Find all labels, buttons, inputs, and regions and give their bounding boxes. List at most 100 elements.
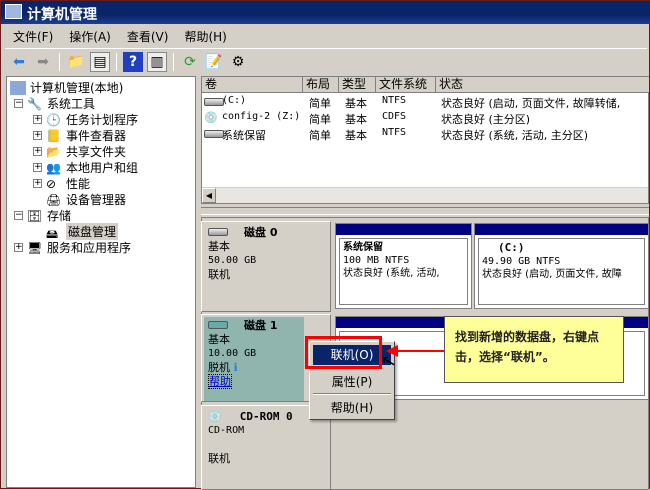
tree-shared-folders[interactable]: + 📂 共享文件夹 bbox=[33, 143, 126, 160]
partition-system-reserved[interactable]: 系统保留 100 MB NTFS 状态良好 (系统, 活动, bbox=[335, 223, 472, 309]
tools-icon: 🔧 bbox=[27, 96, 42, 111]
disk-name: 磁盘 0 bbox=[244, 226, 278, 239]
tree-label: 计算机管理(本地) bbox=[30, 81, 124, 95]
offline-disk-icon bbox=[208, 321, 228, 329]
horizontal-scrollbar[interactable]: ◀ bbox=[202, 187, 648, 203]
services-icon: 🖥 bbox=[27, 240, 43, 255]
partition-name: (C:) bbox=[498, 241, 525, 254]
tree-disk-management[interactable]: 🖴 磁盘管理 bbox=[46, 223, 119, 241]
callout-arrow bbox=[396, 350, 446, 352]
tree-local-users[interactable]: + 👥 本地用户和组 bbox=[33, 159, 138, 176]
menu-view[interactable]: 查看(V) bbox=[127, 28, 169, 44]
tree-system-tools[interactable]: − 🔧 系统工具 bbox=[14, 95, 95, 112]
expand-icon[interactable]: + bbox=[33, 147, 42, 156]
disk-state: 联机 bbox=[208, 452, 230, 465]
volume-status: 状态良好 (系统, 活动, 主分区) bbox=[441, 129, 589, 142]
tree-performance[interactable]: + ⊘ 性能 bbox=[33, 175, 90, 192]
toolbar: ⬅ ➡ 📁 ▤ ? ▥ ⟳ 📝 ⚙ bbox=[5, 48, 647, 74]
menu-file[interactable]: 文件(F) bbox=[13, 28, 53, 44]
up-folder-icon[interactable]: 📁 bbox=[66, 52, 86, 72]
menu-action[interactable]: 操作(A) bbox=[69, 28, 111, 44]
menu-divider bbox=[313, 393, 391, 395]
column-type[interactable]: 类型 bbox=[339, 77, 376, 93]
title-bar: 计算机管理 bbox=[1, 1, 650, 24]
help-link[interactable]: 帮助 bbox=[208, 374, 232, 389]
expand-icon[interactable]: + bbox=[33, 179, 42, 188]
refresh-icon[interactable]: ⟳ bbox=[180, 52, 200, 72]
collapse-icon[interactable]: − bbox=[14, 211, 23, 220]
tree-storage[interactable]: − 🗄 存储 bbox=[14, 207, 71, 224]
menu-item-properties[interactable]: 属性(P) bbox=[313, 372, 391, 392]
users-icon: 👥 bbox=[46, 160, 61, 175]
table-row[interactable]: 系统保留 简单 基本 NTFS 状态良好 (系统, 活动, 主分区) bbox=[202, 127, 648, 143]
volume-status: 状态良好 (启动, 页面文件, 故障转储, bbox=[441, 97, 621, 110]
volume-name: 系统保留 bbox=[222, 129, 266, 142]
column-filesystem[interactable]: 文件系统 bbox=[376, 77, 436, 93]
disk-type: 基本 bbox=[208, 240, 230, 253]
disk-name: CD-ROM 0 bbox=[239, 410, 293, 423]
tree-event-viewer[interactable]: + 📒 事件查看器 bbox=[33, 127, 126, 144]
volume-layout: 简单 bbox=[309, 129, 331, 142]
expand-icon[interactable]: + bbox=[33, 163, 42, 172]
disk-0-label[interactable]: 磁盘 0 基本 50.00 GB 联机 bbox=[201, 221, 331, 312]
partition-status: 状态良好 (系统, 活动, bbox=[343, 268, 440, 279]
volume-status: 状态良好 (主分区) bbox=[441, 113, 531, 126]
forward-icon[interactable]: ➡ bbox=[33, 52, 53, 72]
partition-bar bbox=[475, 224, 648, 235]
expand-icon[interactable]: + bbox=[33, 115, 42, 124]
volume-layout: 简单 bbox=[309, 97, 331, 110]
volume-list: 卷 布局 类型 文件系统 状态 (C:) 简单 基本 NTFS 状态良好 (启动… bbox=[201, 76, 649, 204]
tree-device-manager[interactable]: 🖨 设备管理器 bbox=[46, 191, 126, 208]
properties-icon[interactable]: 📝 bbox=[204, 52, 224, 72]
help-icon[interactable]: ? bbox=[123, 51, 143, 72]
event-viewer-icon: 📒 bbox=[46, 128, 61, 143]
info-icon[interactable]: ℹ bbox=[234, 361, 238, 374]
computer-icon bbox=[10, 80, 26, 95]
drive-icon bbox=[204, 98, 224, 106]
volume-layout: 简单 bbox=[309, 113, 331, 126]
disk-icon bbox=[208, 228, 228, 236]
column-layout[interactable]: 布局 bbox=[303, 77, 339, 93]
device-manager-icon: 🖨 bbox=[46, 192, 62, 207]
back-icon[interactable]: ⬅ bbox=[9, 52, 29, 72]
shared-folder-icon: 📂 bbox=[46, 144, 61, 159]
tree-label: 服务和应用程序 bbox=[47, 241, 132, 255]
volume-fs: CDFS bbox=[382, 111, 407, 122]
disk-management-icon: 🖴 bbox=[46, 226, 59, 241]
partition-c[interactable]: (C:) 49.90 GB NTFS 状态良好 (启动, 页面文件, 故障 bbox=[474, 223, 649, 309]
volume-fs: NTFS bbox=[382, 95, 407, 106]
column-status[interactable]: 状态 bbox=[436, 77, 649, 93]
tree-services-apps[interactable]: + 🖥 服务和应用程序 bbox=[14, 239, 131, 256]
collapse-icon[interactable]: − bbox=[14, 99, 23, 108]
menu-item-help[interactable]: 帮助(H) bbox=[313, 398, 391, 418]
toolbar-divider bbox=[59, 52, 60, 71]
tree-root[interactable]: 计算机管理(本地) bbox=[10, 79, 123, 96]
expand-icon[interactable]: + bbox=[33, 131, 42, 140]
window-title: 计算机管理 bbox=[27, 7, 97, 23]
tree-label: 存储 bbox=[47, 209, 72, 223]
table-row[interactable]: 💿 config-2 (Z:) 简单 基本 CDFS 状态良好 (主分区) bbox=[202, 111, 648, 127]
partition-status: 状态良好 (启动, 页面文件, 故障 bbox=[482, 269, 622, 280]
tree-label: 事件查看器 bbox=[66, 129, 127, 143]
column-volume[interactable]: 卷 bbox=[202, 77, 303, 93]
action-pane-icon[interactable]: ▥ bbox=[147, 51, 167, 72]
settings-icon[interactable]: ⚙ bbox=[228, 52, 248, 72]
pane-splitter[interactable] bbox=[201, 207, 649, 215]
expand-icon[interactable]: + bbox=[14, 243, 23, 252]
menu-help[interactable]: 帮助(H) bbox=[184, 28, 226, 44]
tree-label: 任务计划程序 bbox=[66, 113, 139, 127]
tree-task-scheduler[interactable]: + 🕒 任务计划程序 bbox=[33, 111, 138, 128]
volume-name: config-2 (Z:) bbox=[222, 111, 301, 122]
partition-info: 49.90 GB NTFS bbox=[482, 256, 561, 267]
disk-state: 联机 bbox=[208, 268, 230, 281]
table-row[interactable]: (C:) 简单 基本 NTFS 状态良好 (启动, 页面文件, 故障转储, bbox=[202, 95, 648, 111]
scroll-left-icon[interactable]: ◀ bbox=[202, 188, 216, 203]
volume-type: 基本 bbox=[345, 113, 367, 126]
computer-management-icon bbox=[5, 4, 22, 19]
arrow-head-icon bbox=[386, 345, 398, 357]
tree-label: 设备管理器 bbox=[66, 193, 127, 207]
show-hide-tree-icon[interactable]: ▤ bbox=[90, 51, 110, 72]
clock-icon: 🕒 bbox=[46, 112, 61, 127]
toolbar-divider bbox=[116, 52, 117, 71]
toolbar-divider bbox=[173, 52, 174, 71]
